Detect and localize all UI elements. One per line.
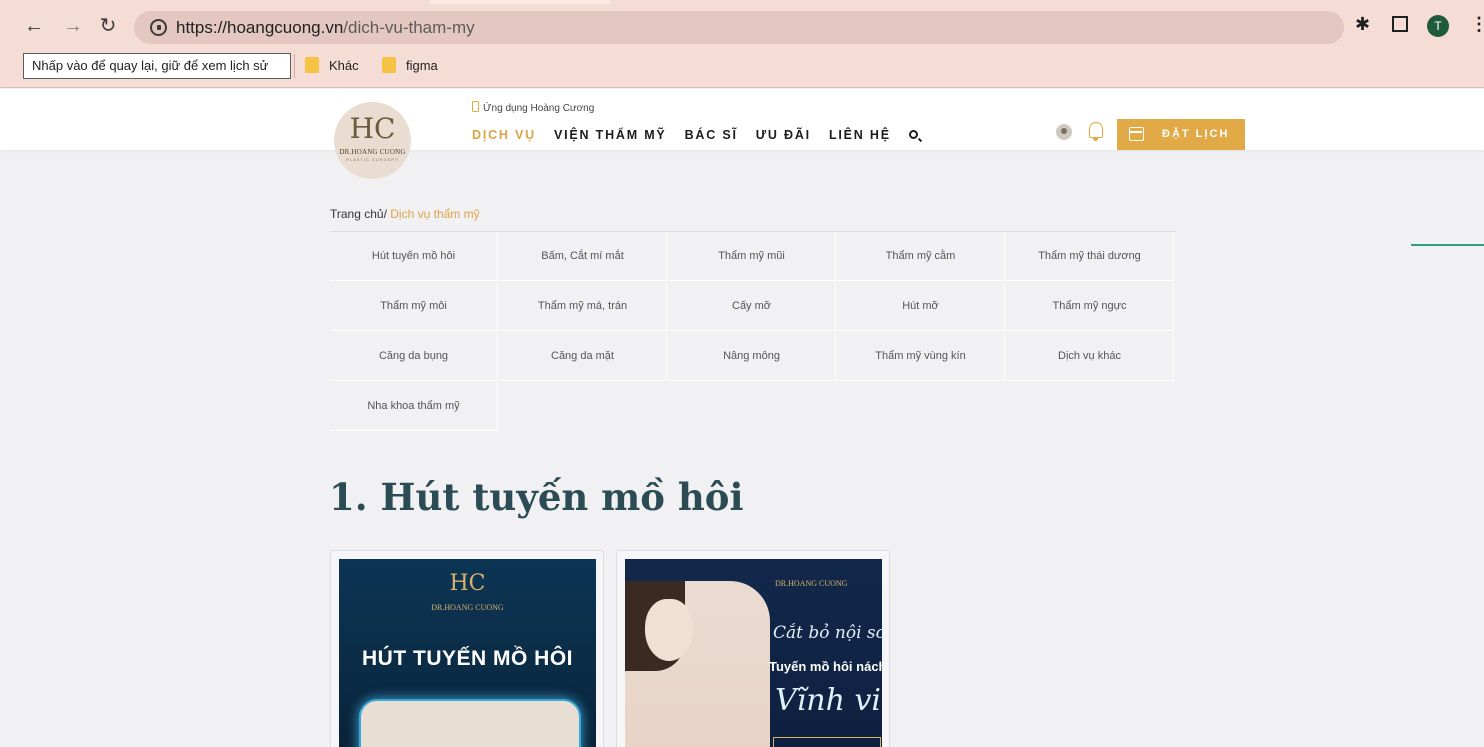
bookmark-separator (294, 54, 295, 78)
card-price-box (773, 737, 881, 747)
nav-item-lien-he[interactable]: LIÊN HỆ (829, 128, 891, 146)
search-icon[interactable] (908, 130, 918, 139)
service-item[interactable]: Căng da mặt (499, 332, 667, 381)
back-tooltip: Nhấp vào để quay lại, giữ để xem lịch sử (23, 53, 291, 79)
language-flag-icon[interactable] (1056, 124, 1072, 140)
browser-chrome: ← → ↻ https://hoangcuong.vn/dich-vu-tham… (0, 0, 1484, 88)
service-item[interactable]: Cấy mỡ (668, 282, 836, 331)
nav-item-bac-si[interactable]: BÁC SĨ (685, 128, 738, 146)
service-item[interactable]: Căng da bụng (330, 332, 498, 381)
book-appointment-button[interactable]: ĐẶT LỊCH (1117, 119, 1245, 150)
service-item[interactable]: Bấm, Cắt mí mắt (499, 232, 667, 281)
tab-strip (430, 0, 610, 4)
card-script-line-2: Vĩnh viễn (775, 683, 882, 718)
service-item[interactable]: Thẩm mỹ má, trán (499, 282, 667, 331)
nav-item-uu-dai[interactable]: ƯU ĐÃI (756, 128, 811, 146)
book-button-label: ĐẶT LỊCH (1162, 128, 1230, 140)
service-item[interactable]: Thẩm mỹ cằm (837, 232, 1005, 281)
service-item[interactable]: Hút mỡ (837, 282, 1005, 331)
profile-avatar[interactable]: T (1427, 15, 1449, 37)
folder-icon (305, 57, 319, 73)
service-item[interactable]: Thẩm mỹ ngực (1006, 282, 1174, 331)
main-nav: DỊCH VỤ VIỆN THẨM MỸ BÁC SĨ ƯU ĐÃI LIÊN … (472, 128, 918, 146)
nav-item-dich-vu[interactable]: DỊCH VỤ (472, 128, 536, 146)
card-logo-text: DR.HOANG CUONG (431, 603, 504, 612)
folder-icon (382, 57, 396, 73)
bookmark-label: figma (406, 58, 438, 73)
logo-text: DR.HOANG CUONG (339, 148, 406, 156)
card-image[interactable]: DR.HOANG CUONG Cắt bỏ nội soi Tuyến mồ h… (625, 559, 882, 747)
breadcrumb-current: Dịch vụ thẩm mỹ (390, 207, 480, 221)
service-item[interactable]: Thẩm mỹ môi (330, 282, 498, 331)
sidebar-icon[interactable] (1392, 16, 1408, 32)
section-title: 1. Hút tuyến mồ hôi (329, 475, 744, 519)
nav-item-vien-tham-my[interactable]: VIỆN THẨM MỸ (554, 128, 667, 146)
calendar-icon (1129, 127, 1144, 141)
service-item[interactable]: Nha khoa thẩm mỹ (330, 382, 498, 431)
bookmark-folder-figma[interactable]: figma (382, 56, 438, 76)
url-path: /dich-vu-tham-my (343, 18, 475, 37)
card-logo-text: DR.HOANG CUONG (775, 579, 848, 588)
app-download-link[interactable]: Ứng dụng Hoàng Cương (472, 101, 594, 114)
menu-icon[interactable]: ⋮ (1470, 14, 1484, 38)
card-script-line-1: Cắt bỏ nội soi (773, 623, 882, 643)
card-photo-frame (359, 699, 581, 747)
url-text[interactable]: https://hoangcuong.vn/dich-vu-tham-my (176, 18, 475, 38)
bookmark-label: Khác (329, 58, 359, 73)
service-card[interactable]: HC DR.HOANG CUONG HÚT TUYẾN MỒ HÔI (330, 550, 604, 747)
address-bar[interactable]: https://hoangcuong.vn/dich-vu-tham-my (134, 11, 1344, 44)
model-face (645, 599, 693, 661)
service-item[interactable]: Nâng mông (668, 332, 836, 381)
card-image[interactable]: HC DR.HOANG CUONG HÚT TUYẾN MỒ HÔI (339, 559, 596, 747)
model-photo (625, 581, 770, 747)
back-icon[interactable]: ← (22, 14, 46, 38)
logo-mark: HC (349, 112, 396, 145)
breadcrumb-home[interactable]: Trang chủ/ (330, 207, 387, 221)
card-logo-mark: HC (449, 571, 486, 596)
url-host: https://hoangcuong.vn (176, 18, 344, 37)
logo-subtitle: PLASTIC SURGERY (346, 157, 399, 162)
bookmark-folder-khac[interactable]: Khác (305, 56, 359, 76)
card-headline: HÚT TUYẾN MỒ HÔI (362, 647, 573, 670)
service-item[interactable]: Thẩm mỹ thái dương (1006, 232, 1174, 281)
app-link-label: Ứng dụng Hoàng Cương (483, 103, 595, 114)
service-card[interactable]: DR.HOANG CUONG Cắt bỏ nội soi Tuyến mồ h… (616, 550, 890, 747)
service-item[interactable]: Thẩm mỹ vùng kín (837, 332, 1005, 381)
decorative-line (1411, 244, 1484, 246)
breadcrumb: Trang chủ/ Dịch vụ thẩm mỹ (330, 207, 480, 221)
card-subtitle: Tuyến mồ hôi nách (769, 659, 882, 674)
site-info-icon[interactable] (150, 19, 167, 36)
extensions-icon[interactable]: ✱ (1355, 14, 1370, 38)
reload-icon[interactable]: ↻ (96, 14, 120, 38)
phone-icon (472, 101, 479, 112)
site-logo[interactable]: HC DR.HOANG CUONG PLASTIC SURGERY (334, 102, 411, 179)
service-item[interactable]: Hút tuyến mồ hôi (330, 232, 498, 281)
service-item[interactable]: Thẩm mỹ mũi (668, 232, 836, 281)
service-grid: Hút tuyến mồ hôi Bấm, Cắt mí mắt Thẩm mỹ… (330, 231, 1176, 431)
bell-icon[interactable] (1089, 122, 1103, 141)
service-item[interactable]: Dịch vụ khác (1006, 332, 1174, 381)
forward-icon[interactable]: → (61, 14, 85, 38)
